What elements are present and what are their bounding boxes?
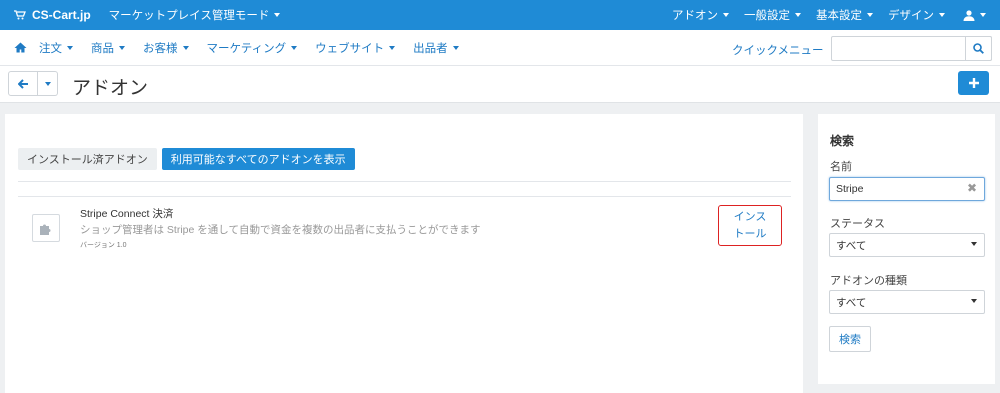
name-field-value: Stripe [836,183,864,195]
divider [18,196,791,197]
install-label-line1: インス [733,211,767,223]
nav-website[interactable]: ウェブサイト [315,40,396,56]
menu-basic-settings-label: 基本設定 [816,10,862,22]
arrow-left-icon [17,78,28,89]
install-label-line2: トール [733,228,767,240]
addon-type-select[interactable]: すべて [829,290,985,314]
tab-installed-addons[interactable]: インストール済アドオン [18,148,157,170]
chevron-down-icon [182,45,189,50]
status-label: ステータス [830,218,885,230]
chevron-down-icon [119,45,125,50]
addon-type-select-value: すべて [836,296,867,309]
nav-orders-label: 注文 [39,42,62,55]
menu-general-settings-label: 一般設定 [744,10,790,22]
nav-vendors[interactable]: 出品者 [413,40,459,56]
brand-name: CS-Cart.jp [32,8,91,22]
divider [18,181,791,182]
nav-orders[interactable]: 注文 [39,40,73,56]
addon-name: Stripe Connect 決済 [80,208,174,220]
name-field[interactable]: Stripe ✖ [829,177,985,201]
addon-tabs: インストール済アドオン 利用可能なすべてのアドオンを表示 [18,148,355,170]
page-header: アドオン [0,66,1000,103]
back-dropdown-button[interactable] [38,71,58,96]
content-panel: インストール済アドオン 利用可能なすべてのアドオンを表示 Stripe Conn… [5,114,803,393]
cart-icon [14,10,26,20]
clear-icon[interactable]: ✖ [967,181,977,195]
chevron-down-icon [67,45,73,50]
nav-website-label: ウェブサイト [315,42,385,55]
nav-customers-label: お客様 [143,42,178,55]
sidebar-heading: 検索 [830,134,855,148]
back-button-group [8,71,58,96]
user-icon [963,9,975,21]
addon-puzzle-icon [32,214,60,242]
top-bar: CS-Cart.jp マーケットプレイス管理モード アドオン 一般設定 基本設定… [0,0,1000,30]
page-title: アドオン [72,78,149,99]
nav-products[interactable]: 商品 [91,40,125,56]
dropdown-arrow-icon [971,299,977,303]
menu-design-label: デザイン [888,10,934,22]
addon-description: ショップ管理者は Stripe を通して自動で資金を複数の出品者に支払うことがで… [80,224,481,236]
chevron-down-icon [939,13,945,17]
chevron-down-icon [795,13,801,17]
chevron-down-icon [389,45,396,50]
menu-general-settings[interactable]: 一般設定 [744,7,801,23]
chevron-down-icon [291,45,298,50]
addon-type-label: アドオンの種類 [830,275,907,287]
home-icon[interactable] [14,42,27,53]
add-button[interactable] [958,71,989,95]
chevron-down-icon [980,13,986,17]
nav-marketing[interactable]: マーケティング [207,40,298,56]
chevron-down-icon [44,81,51,86]
dropdown-arrow-icon [971,242,977,246]
nav-customers[interactable]: お客様 [143,40,189,56]
search-icon [973,43,984,54]
sidebar-search-button[interactable]: 検索 [829,326,871,352]
user-menu[interactable] [963,9,986,21]
back-button[interactable] [8,71,38,96]
menu-design[interactable]: デザイン [888,7,945,23]
addon-version: バージョン 1.0 [80,242,127,249]
nav-products-label: 商品 [91,42,114,55]
main-nav: 注文 商品 お客様 マーケティング ウェブサイト 出品者 クイックメニュー [0,30,1000,66]
chevron-down-icon [723,13,729,17]
name-label: 名前 [830,161,852,173]
chevron-down-icon [274,13,281,17]
mode-label: マーケットプレイス管理モード [108,10,270,22]
menu-basic-settings[interactable]: 基本設定 [816,7,873,23]
quick-menu-link[interactable]: クイックメニュー [732,42,824,58]
nav-marketing-label: マーケティング [206,42,287,55]
mode-dropdown[interactable]: マーケットプレイス管理モード [109,7,281,23]
chevron-down-icon [452,45,459,50]
nav-vendors-label: 出品者 [413,42,448,55]
plus-icon [968,78,979,88]
brand-link[interactable]: CS-Cart.jp [14,8,91,22]
search-sidebar: 検索 名前 Stripe ✖ ステータス すべて アドオンの種類 すべて 検索 [818,114,995,384]
menu-addons[interactable]: アドオン [672,7,729,23]
status-select-value: すべて [836,239,867,252]
menu-addons-label: アドオン [672,10,718,22]
global-search-input[interactable] [831,36,992,61]
tab-all-addons[interactable]: 利用可能なすべてのアドオンを表示 [161,148,355,170]
chevron-down-icon [867,13,873,17]
search-button[interactable] [965,36,992,61]
install-button[interactable]: インス トール [718,205,782,246]
status-select[interactable]: すべて [829,233,985,257]
